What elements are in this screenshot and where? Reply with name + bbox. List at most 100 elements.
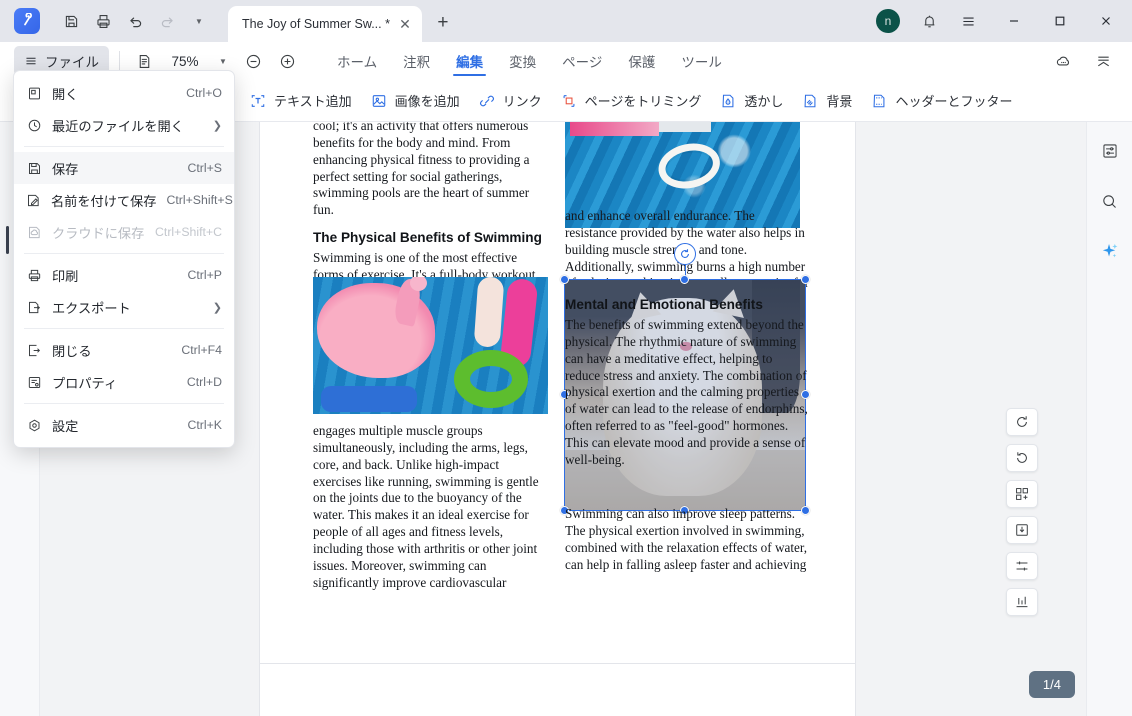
menu-item-properties-shortcut: Ctrl+D (187, 375, 222, 389)
left-paragraph-1: cool; it's an activity that offers numer… (313, 122, 549, 219)
menu-item-save-to-cloud-label: クラウドに保存 (52, 223, 145, 242)
menu-icon[interactable] (946, 0, 990, 42)
selected-image-container[interactable] (565, 280, 805, 510)
undo-quick-button[interactable] (120, 6, 150, 36)
file-menu-label: ファイル (45, 51, 99, 71)
resize-handle-top-center[interactable] (680, 275, 689, 284)
document-page-2[interactable] (260, 664, 855, 716)
link-button[interactable]: リンク (469, 86, 551, 115)
tab-edit[interactable]: 編集 (447, 42, 492, 80)
save-cloud-icon (26, 224, 42, 240)
menu-item-print-shortcut: Ctrl+P (187, 268, 222, 282)
left-column: cool; it's an activity that offers numer… (313, 122, 549, 301)
notification-bell-icon[interactable] (914, 6, 944, 36)
menu-item-open-shortcut: Ctrl+O (186, 86, 222, 100)
menu-item-open[interactable]: 開く Ctrl+O (14, 77, 234, 109)
add-text-label: テキスト追加 (274, 91, 352, 110)
panel-resize-grip[interactable] (6, 226, 9, 254)
menu-item-save-shortcut: Ctrl+S (187, 161, 222, 175)
ribbon-tabs: ホーム 注釈 編集 変換 ページ 保護 ツール (328, 42, 731, 80)
tab-tools[interactable]: ツール (672, 42, 731, 80)
cloud-icon[interactable] (1048, 46, 1078, 76)
menu-separator (24, 253, 224, 254)
window-close-button[interactable] (1084, 0, 1128, 42)
file-dropdown-menu: 開く Ctrl+O 最近のファイルを開く ❯ 保存 Ctrl+S 名前を付けて保… (13, 70, 235, 448)
close-tab-icon[interactable]: ✕ (396, 15, 414, 33)
document-tabs: The Joy of Summer Sw... * ✕ + (228, 0, 458, 42)
document-tab[interactable]: The Joy of Summer Sw... * ✕ (228, 6, 422, 42)
save-quick-button[interactable] (56, 6, 86, 36)
ai-sparkle-icon[interactable] (1095, 236, 1125, 266)
tab-comment[interactable]: 注釈 (394, 42, 439, 80)
menu-item-save-to-cloud[interactable]: クラウドに保存 Ctrl+Shift+C (14, 216, 234, 248)
chevron-right-icon: ❯ (213, 119, 222, 132)
rotate-counterclockwise-icon[interactable] (1006, 444, 1038, 472)
menu-item-settings[interactable]: 設定 Ctrl+K (14, 409, 234, 441)
crop-page-button[interactable]: ページをトリミング (551, 86, 711, 115)
chevron-right-icon: ❯ (213, 301, 222, 314)
menu-item-recent-files-label: 最近のファイルを開く (52, 116, 203, 135)
align-horizontal-icon[interactable] (1006, 552, 1038, 580)
rotate-handle[interactable] (674, 243, 696, 265)
menu-item-export[interactable]: エクスポート ❯ (14, 291, 234, 323)
menu-item-settings-shortcut: Ctrl+K (187, 418, 222, 432)
link-label: リンク (503, 91, 542, 110)
title-bar: ▼ The Joy of Summer Sw... * ✕ + n (0, 0, 1132, 42)
resize-handle-top-right[interactable] (801, 275, 810, 284)
add-image-button[interactable]: 画像を追加 (361, 86, 469, 115)
tab-convert[interactable]: 変換 (500, 42, 545, 80)
properties-panel-icon[interactable] (1095, 136, 1125, 166)
menu-item-close-shortcut: Ctrl+F4 (181, 343, 222, 357)
extract-image-icon[interactable] (1006, 480, 1038, 508)
close-doc-icon (26, 342, 42, 358)
tab-page[interactable]: ページ (553, 42, 611, 80)
zoom-in-icon[interactable] (272, 46, 302, 76)
collapse-ribbon-icon[interactable] (1088, 46, 1118, 76)
menu-item-save-label: 保存 (52, 159, 177, 178)
open-file-icon (26, 85, 42, 101)
align-vertical-icon[interactable] (1006, 588, 1038, 616)
menu-item-settings-label: 設定 (52, 416, 177, 435)
replace-image-icon[interactable] (1006, 516, 1038, 544)
quick-access-more-button[interactable]: ▼ (184, 6, 214, 36)
image-context-toolbar (1006, 408, 1040, 616)
pool-floats-photo[interactable] (313, 277, 548, 414)
header-footer-label: ヘッダーとフッター (895, 91, 1012, 110)
menu-item-recent-files[interactable]: 最近のファイルを開く ❯ (14, 109, 234, 141)
export-icon (26, 299, 42, 315)
rotate-clockwise-icon[interactable] (1006, 408, 1038, 436)
new-tab-button[interactable]: + (428, 8, 458, 38)
menu-item-close[interactable]: 閉じる Ctrl+F4 (14, 334, 234, 366)
print-quick-button[interactable] (88, 6, 118, 36)
watermark-button[interactable]: 透かし (710, 86, 792, 115)
save-as-icon (26, 192, 41, 208)
menu-item-export-label: エクスポート (52, 298, 203, 317)
window-maximize-button[interactable] (1038, 0, 1082, 42)
left-heading-1: The Physical Benefits of Swimming (313, 230, 549, 245)
header-footer-button[interactable]: ヘッダーとフッター (861, 86, 1021, 115)
menu-item-save[interactable]: 保存 Ctrl+S (14, 152, 234, 184)
background-button[interactable]: 背景 (792, 86, 861, 115)
resize-handle-top-left[interactable] (560, 275, 569, 284)
avatar[interactable]: n (876, 9, 900, 33)
resize-handle-middle-left[interactable] (560, 390, 569, 399)
recent-clock-icon (26, 117, 42, 133)
print-icon (26, 267, 42, 283)
watermark-label: 透かし (744, 91, 783, 110)
menu-item-print[interactable]: 印刷 Ctrl+P (14, 259, 234, 291)
document-page-1[interactable]: cool; it's an activity that offers numer… (260, 122, 855, 716)
search-icon[interactable] (1095, 186, 1125, 216)
redo-quick-button[interactable] (152, 6, 182, 36)
page-indicator-badge: 1/4 (1029, 671, 1075, 698)
zoom-out-icon[interactable] (238, 46, 268, 76)
menu-item-save-as[interactable]: 名前を付けて保存 Ctrl+Shift+S (14, 184, 234, 216)
menu-separator (24, 403, 224, 404)
add-text-button[interactable]: テキスト追加 (240, 86, 361, 115)
resize-handle-middle-right[interactable] (801, 390, 810, 399)
left-paragraph-3: engages multiple muscle groups simultane… (313, 423, 549, 591)
tab-home[interactable]: ホーム (328, 42, 386, 80)
window-minimize-button[interactable] (992, 0, 1036, 42)
tab-protect[interactable]: 保護 (619, 42, 664, 80)
menu-item-properties[interactable]: プロパティ Ctrl+D (14, 366, 234, 398)
menu-item-properties-label: プロパティ (52, 373, 177, 392)
